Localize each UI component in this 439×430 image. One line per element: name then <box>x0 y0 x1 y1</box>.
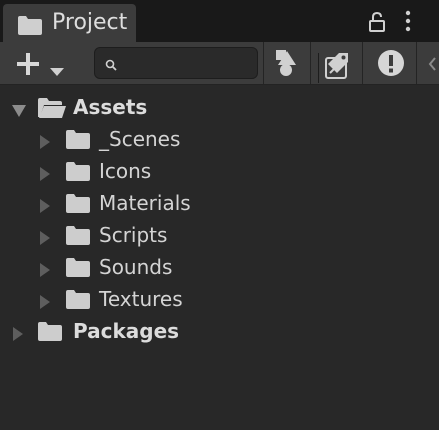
toolbar-divider <box>310 42 311 84</box>
tree-item-label: Materials <box>99 191 191 215</box>
tree-item-label: Icons <box>99 159 152 183</box>
filter-by-type-button[interactable] <box>268 46 304 80</box>
tree-item-label: Packages <box>73 319 180 343</box>
tree-item-label: _Scenes <box>99 127 181 151</box>
tree-item-label: Sounds <box>99 255 173 279</box>
tree-item-icons[interactable]: Icons <box>0 156 439 188</box>
exclamation-icon <box>377 49 405 81</box>
tree-item-assets[interactable]: Assets <box>0 92 439 124</box>
tree-item-materials[interactable]: Materials <box>0 188 439 220</box>
more-vertical-icon[interactable] <box>404 10 412 36</box>
project-window: Project Assets _Scenes Icons Materials S… <box>0 0 439 430</box>
toolbar-divider <box>263 42 264 84</box>
tag-icon <box>326 51 350 79</box>
search-input[interactable] <box>123 51 227 75</box>
tree-item-label: Scripts <box>99 223 168 247</box>
folder-icon <box>38 322 62 345</box>
collapse-arrow-icon[interactable] <box>13 326 23 345</box>
shapes-icon <box>274 49 300 81</box>
tab-bar: Project <box>0 0 439 42</box>
folder-icon <box>66 226 90 249</box>
filter-by-label-button[interactable] <box>318 46 354 80</box>
toolbar <box>0 42 439 85</box>
toolbar-divider <box>362 42 363 84</box>
tree-item-scenes[interactable]: _Scenes <box>0 124 439 156</box>
folder-open-icon <box>38 98 66 122</box>
search-icon <box>105 56 117 75</box>
tab-project[interactable]: Project <box>3 4 136 42</box>
tab-title: Project <box>52 10 128 35</box>
folder-icon <box>66 130 90 153</box>
collapse-arrow-icon[interactable] <box>40 294 50 313</box>
folder-icon <box>66 194 90 217</box>
toolbar-divider <box>416 42 417 84</box>
add-button[interactable] <box>10 48 70 78</box>
collapse-arrow-icon[interactable] <box>40 134 50 153</box>
folder-icon <box>66 162 90 185</box>
caret-down-icon <box>50 61 64 80</box>
folder-icon <box>18 16 42 39</box>
tree-item-sounds[interactable]: Sounds <box>0 252 439 284</box>
tree-item-label: Textures <box>99 287 183 311</box>
tree-item-packages[interactable]: Packages <box>0 316 439 348</box>
chevron-left-icon[interactable] <box>428 56 436 75</box>
folder-icon <box>66 258 90 281</box>
expand-arrow-icon[interactable] <box>12 102 26 121</box>
tree-item-label: Assets <box>73 95 148 119</box>
tree-item-scripts[interactable]: Scripts <box>0 220 439 252</box>
collapse-arrow-icon[interactable] <box>40 230 50 249</box>
plus-icon <box>16 52 40 80</box>
filter-by-log-type-button[interactable] <box>370 46 406 80</box>
collapse-arrow-icon[interactable] <box>40 166 50 185</box>
collapse-arrow-icon[interactable] <box>40 198 50 217</box>
folder-icon <box>66 290 90 313</box>
lock-icon[interactable] <box>369 11 385 36</box>
tree-item-textures[interactable]: Textures <box>0 284 439 316</box>
collapse-arrow-icon[interactable] <box>40 262 50 281</box>
search-field[interactable] <box>94 47 347 83</box>
